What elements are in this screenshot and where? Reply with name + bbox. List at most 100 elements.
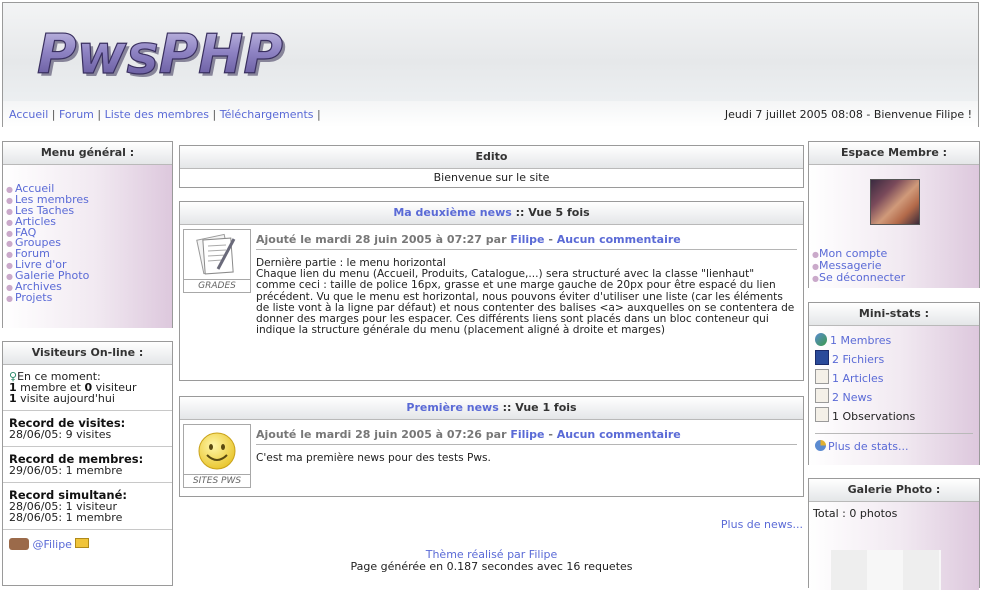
mail-icon[interactable] <box>75 538 90 548</box>
gallery-body: Total : 0 photos <box>809 502 979 590</box>
bullet-icon: ● <box>6 228 13 238</box>
menu-general-body: ● Accueil ● Les membres ● Les Taches ● Artic… <box>3 165 172 328</box>
bullet-icon: ● <box>812 274 819 283</box>
member-space-body: ●Mon compte ●Messagerie ●Se déconnecter <box>809 165 979 288</box>
online-user-link[interactable]: @Filipe <box>33 538 72 551</box>
smiley-icon <box>198 432 236 470</box>
news-divider <box>256 249 797 250</box>
stat-news-link[interactable]: 2 News <box>832 391 872 404</box>
news-body: Dernière partie : le menu horizontal Cha… <box>256 257 795 337</box>
document-icon <box>815 369 829 384</box>
stat-row-members[interactable]: 1 Membres <box>809 331 979 350</box>
more-stats-row[interactable]: Plus de stats... <box>809 437 979 456</box>
visitors-now: ♀En ce moment: 1 membre et 0 visiteur 1 … <box>3 365 172 411</box>
menu-general-box: Menu général : ● Accueil ● Les membres ● Le… <box>2 141 173 328</box>
bullet-icon: ● <box>812 262 819 271</box>
ministats-body: 1 Membres 2 Fichiers 1 Articles 2 News 1… <box>809 326 979 465</box>
bullet-icon: ● <box>6 239 13 249</box>
generation-time: Page générée en 0.187 secondes avec 16 r… <box>350 560 633 573</box>
record-members-value: 29/06/05: 1 membre <box>9 464 123 477</box>
bullet-icon: ● <box>6 195 13 205</box>
today-count: 1 <box>9 392 17 405</box>
bullet-icon: ● <box>6 185 13 194</box>
bullet-icon: ● <box>6 293 13 303</box>
document-pen-icon <box>196 233 236 275</box>
menu-general-title: Menu général : <box>3 142 172 165</box>
ministats-box: Mini-stats : 1 Membres 2 Fichiers 1 Arti… <box>808 302 980 465</box>
stat-observations-text: 1 Observations <box>832 410 916 423</box>
stats-pie-icon <box>815 440 826 451</box>
deconnecter-link[interactable]: Se déconnecter <box>819 271 905 284</box>
news-category-label: GRADES <box>184 279 250 292</box>
menu-list: ● Accueil ● Les membres ● Les Taches ● Artic… <box>3 165 172 303</box>
news-title-link[interactable]: Ma deuxième news <box>393 206 511 219</box>
news-box: Ma deuxième news :: Vue 5 fois GRADES Aj… <box>179 201 804 381</box>
news-category-thumb[interactable]: GRADES <box>183 229 251 293</box>
news-meta-dash: - <box>544 233 557 246</box>
news-title-link[interactable]: Première news <box>406 401 498 414</box>
nav-accueil[interactable]: Accueil <box>9 108 48 121</box>
member-space-title: Espace Membre : <box>809 142 979 165</box>
news-author-link[interactable]: Filipe <box>510 233 544 246</box>
stat-members-link[interactable]: 1 Membres <box>830 334 891 347</box>
header-banner: PwsPHP PwsPHP <box>3 3 978 102</box>
floppy-icon <box>815 350 829 365</box>
news-comments-link[interactable]: Aucun commentaire <box>557 233 681 246</box>
nav-separator: | <box>317 108 321 121</box>
nav-forum[interactable]: Forum <box>59 108 94 121</box>
stat-articles-link[interactable]: 1 Articles <box>832 372 884 385</box>
news-title-bar: Ma deuxième news :: Vue 5 fois <box>180 202 803 225</box>
menu-item-projets[interactable]: Projets <box>15 291 52 304</box>
news-comments-link[interactable]: Aucun commentaire <box>557 428 681 441</box>
top-navigation: Accueil | Forum | Liste des membres | Té… <box>3 101 978 127</box>
pwsphp-logo[interactable]: PwsPHP PwsPHP <box>33 23 293 85</box>
record-simultaneous: Record simultané: 28/06/05: 1 visiteur 2… <box>3 483 172 530</box>
member-avatar[interactable] <box>870 179 920 225</box>
more-stats-link[interactable]: Plus de stats... <box>828 440 908 453</box>
bullet-icon: ● <box>6 206 13 216</box>
document-icon <box>815 388 829 403</box>
record-simul-line2: 28/06/05: 1 membre <box>9 511 123 524</box>
site-header: PwsPHP PwsPHP Accueil | Forum | Liste de… <box>2 2 979 127</box>
bullet-icon: ● <box>812 250 819 259</box>
gallery-placeholder-image[interactable] <box>831 550 941 590</box>
news-category-thumb[interactable]: SITES PWS <box>183 424 251 488</box>
date-welcome: Jeudi 7 juillet 2005 08:08 - Bienvenue F… <box>724 108 972 121</box>
news-author-link[interactable]: Filipe <box>510 428 544 441</box>
member-links: ●Mon compte ●Messagerie ●Se déconnecter <box>812 248 905 284</box>
news-meta-dash: - <box>544 428 557 441</box>
news-views: :: Vue 5 fois <box>511 206 590 219</box>
member-link-row[interactable]: ●Se déconnecter <box>812 272 905 284</box>
footer: Thème réalisé par Filipe Page générée en… <box>179 549 804 573</box>
members-icon <box>815 333 827 346</box>
news-divider <box>256 444 797 445</box>
menu-item[interactable]: ● Projets <box>6 292 172 303</box>
bullet-icon: ● <box>6 272 13 282</box>
news-views: :: Vue 1 fois <box>498 401 577 414</box>
stat-row-news[interactable]: 2 News <box>809 388 979 407</box>
stat-row-articles[interactable]: 1 Articles <box>809 369 979 388</box>
edito-title: Edito <box>180 146 803 169</box>
nav-liste-membres[interactable]: Liste des membres <box>105 108 209 121</box>
nav-separator: | <box>51 108 56 121</box>
nav-separator: | <box>97 108 102 121</box>
news-meta: Ajouté le mardi 28 juin 2005 à 07:27 par… <box>256 233 681 246</box>
news-content: GRADES Ajouté le mardi 28 juin 2005 à 07… <box>180 225 803 380</box>
news-body: C'est ma première news pour des tests Pw… <box>256 452 491 464</box>
news-content: SITES PWS Ajouté le mardi 28 juin 2005 à… <box>180 420 803 496</box>
nav-telechargements[interactable]: Téléchargements <box>220 108 314 121</box>
more-news-link[interactable]: Plus de news... <box>721 518 803 531</box>
news-title-bar: Première news :: Vue 1 fois <box>180 397 803 420</box>
ministats-divider <box>815 433 973 434</box>
gallery-total: Total : 0 photos <box>813 507 898 520</box>
record-members: Record de membres: 29/06/05: 1 membre <box>3 447 172 483</box>
edito-text: Bienvenue sur le site <box>433 171 550 184</box>
edito-box: Edito Bienvenue sur le site <box>179 145 804 188</box>
stat-row-files[interactable]: 2 Fichiers <box>809 350 979 369</box>
nav-separator: | <box>212 108 217 121</box>
top-nav-links: Accueil | Forum | Liste des membres | Té… <box>9 108 321 121</box>
bullet-icon: ● <box>6 217 13 227</box>
document-icon <box>815 407 829 422</box>
news-meta-prefix: Ajouté le mardi 28 juin 2005 à 07:27 par <box>256 233 511 246</box>
stat-files-link[interactable]: 2 Fichiers <box>832 353 884 366</box>
